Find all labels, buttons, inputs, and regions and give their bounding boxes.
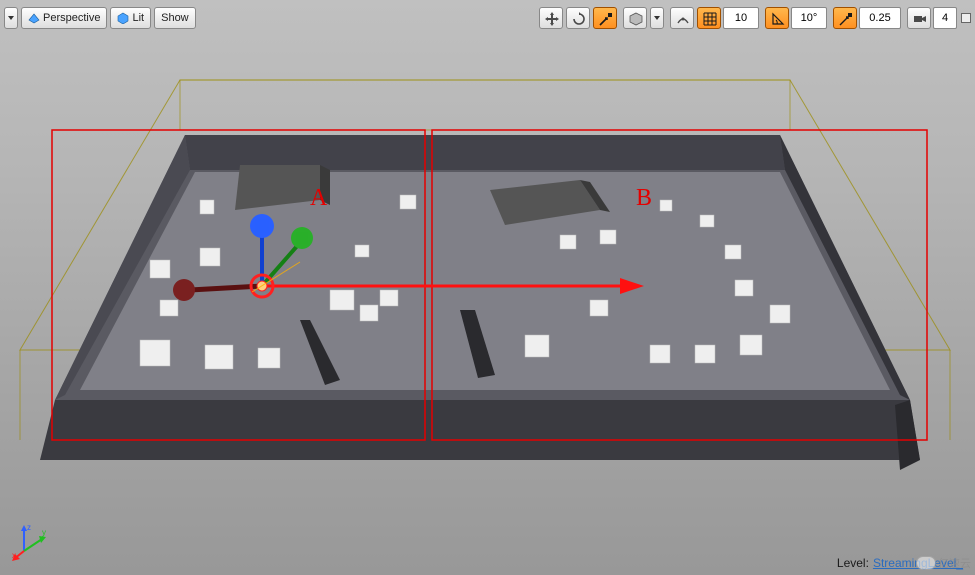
grid-snap-value[interactable]: 10 [723,7,759,29]
zone-b-label: B [636,185,652,212]
watermark-text: 亿速云 [938,555,971,571]
perspective-button[interactable]: Perspective [21,7,107,29]
show-label: Show [161,12,189,24]
show-button[interactable]: Show [154,7,196,29]
lit-label: Lit [132,12,144,24]
svg-text:x: x [12,551,16,560]
camera-speed-value[interactable]: 4 [933,7,957,29]
transform-translate-button[interactable] [539,7,563,29]
lit-button[interactable]: Lit [110,7,151,29]
maximize-viewport-button[interactable] [961,13,971,23]
translate-icon [545,12,557,24]
coord-space-dropdown[interactable] [650,7,664,29]
transform-scale-button[interactable] [593,7,617,29]
globe-icon [629,12,641,24]
status-level-label: Level: [837,556,869,570]
angle-icon [771,12,783,24]
scene-render [0,0,975,575]
surface-snap-icon [676,12,688,24]
coord-space-button[interactable] [623,7,647,29]
scale-icon [599,12,611,24]
editor-viewport[interactable]: Perspective Lit Show 10 10° [0,0,975,575]
grid-snap-button[interactable] [697,7,721,29]
viewport-options-dropdown[interactable] [4,7,18,29]
scale-snap-value[interactable]: 0.25 [859,7,901,29]
scale-snap-button[interactable] [833,7,857,29]
viewport-toolbar-right: 10 10° 0.25 4 [533,5,971,31]
surface-snap-button[interactable] [670,7,694,29]
lit-icon [117,12,129,24]
camera-speed-button[interactable] [907,7,931,29]
transform-rotate-button[interactable] [566,7,590,29]
camera-icon [913,12,925,24]
svg-text:z: z [27,523,31,532]
axis-gizmo: x y z [12,521,52,561]
rotation-snap-button[interactable] [765,7,789,29]
watermark: 亿速云 [916,555,971,571]
rotate-icon [572,12,584,24]
perspective-label: Perspective [43,12,100,24]
perspective-icon [28,12,40,24]
chevron-down-icon [654,16,660,20]
scale-snap-icon [839,12,851,24]
chevron-down-icon [8,16,14,20]
cloud-icon [916,556,936,570]
zone-a-label: A [310,185,327,212]
viewport-toolbar-left: Perspective Lit Show [4,5,196,31]
rotation-snap-value[interactable]: 10° [791,7,827,29]
svg-text:y: y [42,528,46,537]
grid-icon [703,12,715,24]
